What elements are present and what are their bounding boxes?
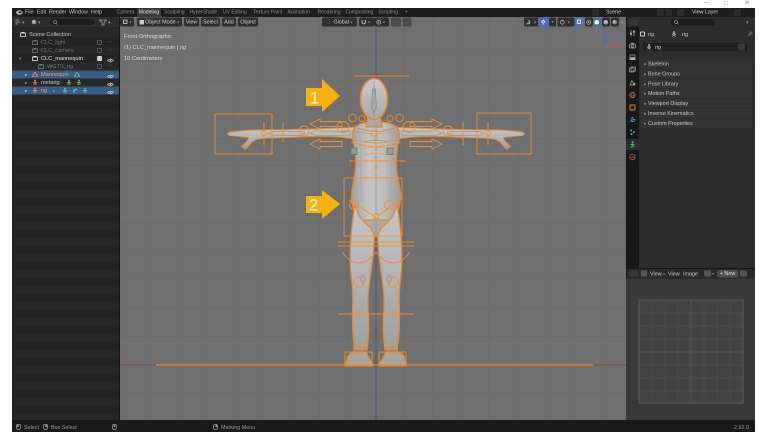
svg-text:10 Centimeters: 10 Centimeters — [124, 56, 163, 62]
svg-text:(1) CLC_mannequin | rig: (1) CLC_mannequin | rig — [124, 45, 186, 51]
svg-text:2: 2 — [309, 197, 318, 215]
svg-text:1: 1 — [310, 90, 319, 108]
svg-text:Front Orthographic: Front Orthographic — [124, 34, 172, 40]
